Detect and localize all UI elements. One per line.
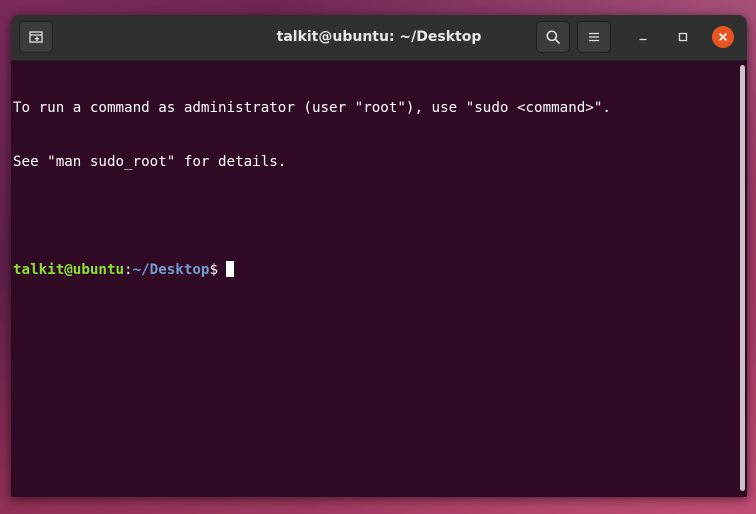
prompt-user-host: talkit@ubuntu <box>13 262 125 278</box>
minimize-button[interactable] <box>632 26 654 48</box>
scrollbar[interactable] <box>740 65 745 491</box>
hamburger-menu-icon <box>589 32 599 42</box>
text-cursor <box>226 261 235 277</box>
terminal-area[interactable]: To run a command as administrator (user … <box>11 61 747 497</box>
terminal-output: To run a command as administrator (user … <box>13 63 611 315</box>
new-tab-icon <box>29 31 43 43</box>
minimize-icon <box>639 38 647 41</box>
terminal-window: talkit@ubuntu: ~/Desktop To run a comman… <box>11 15 747 497</box>
prompt-colon: : <box>124 262 133 278</box>
search-icon <box>546 30 560 44</box>
prompt-line: talkit@ubuntu:~/Desktop$ <box>13 261 611 279</box>
terminal-line: To run a command as administrator (user … <box>13 100 611 116</box>
prompt-dollar: $ <box>209 262 219 278</box>
maximize-icon <box>678 32 688 42</box>
close-icon <box>719 33 727 41</box>
prompt-path: ~/Desktop <box>132 262 210 278</box>
terminal-line: See "man sudo_root" for details. <box>13 154 287 170</box>
close-button[interactable] <box>712 26 734 48</box>
new-tab-button[interactable] <box>19 21 53 53</box>
search-button[interactable] <box>536 21 570 53</box>
maximize-button[interactable] <box>672 26 694 48</box>
window-title: talkit@ubuntu: ~/Desktop <box>276 29 482 45</box>
header-bar: talkit@ubuntu: ~/Desktop <box>11 15 747 61</box>
menu-button[interactable] <box>577 21 611 53</box>
